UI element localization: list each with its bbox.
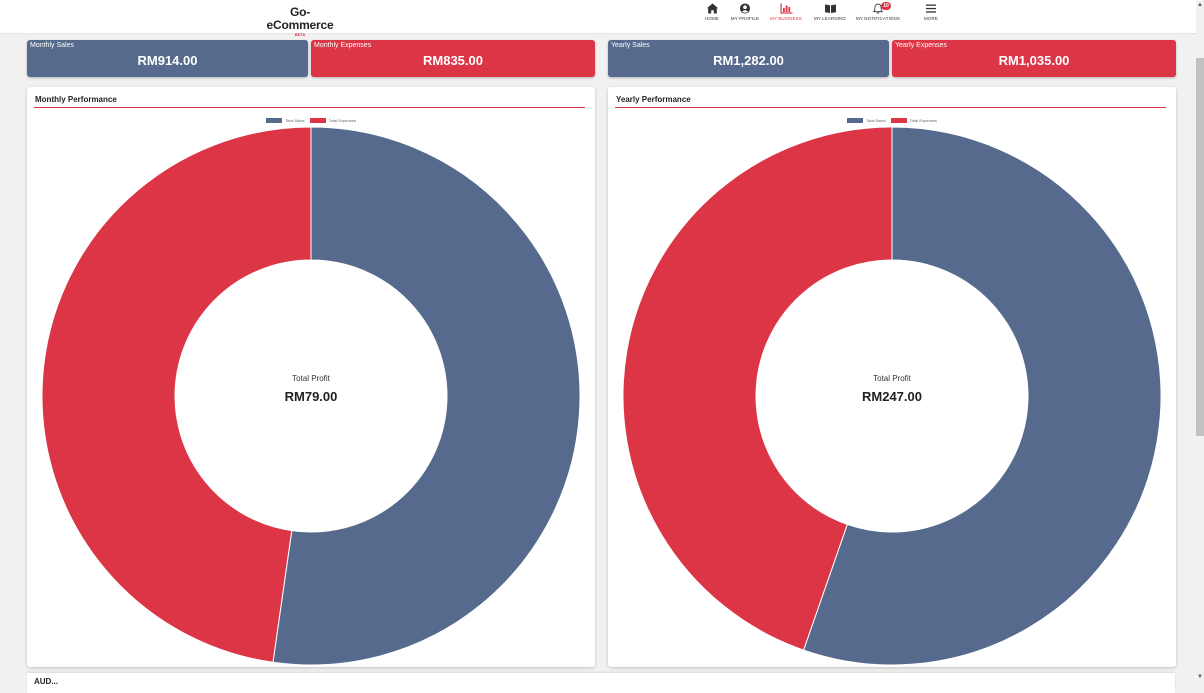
monthly-sales-label: Monthly Sales bbox=[30, 42, 74, 49]
brand-name: Go-eCommerce bbox=[266, 5, 334, 32]
scrollbar-thumb[interactable] bbox=[1196, 58, 1204, 436]
user-circle-icon bbox=[739, 3, 751, 14]
scroll-up-arrow-icon[interactable]: ▲ bbox=[1197, 2, 1203, 8]
nav-label-learning: MY LEARNING bbox=[813, 16, 847, 21]
nav-item-notifications[interactable]: 10 MY NOTIFICATIONS bbox=[853, 2, 903, 21]
book-icon bbox=[824, 4, 836, 13]
monthly-expenses-value: RM835.00 bbox=[423, 53, 483, 68]
notification-badge: 10 bbox=[881, 2, 891, 10]
yearly-donut-chart: Total Profit RM247.00 bbox=[622, 126, 1162, 666]
monthly-donut-chart: Total Profit RM79.00 bbox=[41, 126, 581, 666]
monthly-expenses-card: Monthly Expenses RM835.00 bbox=[311, 40, 595, 77]
yearly-expenses-card: Yearly Expenses RM1,035.00 bbox=[892, 40, 1176, 77]
brand-logo[interactable]: Go-eCommerce BETA bbox=[258, 5, 342, 38]
nav-label-notifications: MY NOTIFICATIONS bbox=[856, 16, 900, 21]
monthly-expenses-label: Monthly Expenses bbox=[314, 42, 372, 49]
yearly-sales-label: Yearly Sales bbox=[611, 42, 650, 49]
next-section-card: AUD... bbox=[27, 673, 1175, 693]
yearly-sales-value: RM1,282.00 bbox=[713, 53, 784, 68]
brand-tag: BETA bbox=[294, 32, 306, 37]
nav-item-business[interactable]: MY BUSINESS bbox=[761, 3, 811, 21]
monthly-performance-panel: Monthly Performance Total Sales Total Ex… bbox=[27, 87, 595, 667]
top-navbar: Go-eCommerce BETA HOME MY PROFILE MY BUS… bbox=[0, 0, 1196, 38]
yearly-performance-panel: Yearly Performance Total Sales Total Exp… bbox=[608, 87, 1176, 667]
monthly-sales-value: RM914.00 bbox=[137, 53, 198, 68]
nav-label-business: MY BUSINESS bbox=[770, 16, 802, 21]
nav-item-more[interactable]: MORE bbox=[906, 3, 956, 21]
scroll-down-arrow-icon[interactable]: ▼ bbox=[1197, 674, 1203, 680]
nav-item-learning[interactable]: MY LEARNING bbox=[805, 3, 855, 21]
donut-center-value: RM79.00 bbox=[285, 389, 338, 404]
donut-center-value: RM247.00 bbox=[862, 389, 922, 404]
home-icon bbox=[706, 3, 718, 14]
yearly-expenses-value: RM1,035.00 bbox=[998, 53, 1070, 68]
menu-icon bbox=[926, 4, 936, 13]
page-scrollbar[interactable]: ▲ ▼ bbox=[1196, 0, 1204, 682]
bar-chart-icon bbox=[780, 3, 792, 14]
donut-center-label: Total Profit bbox=[292, 374, 331, 383]
yearly-expenses-label: Yearly Expenses bbox=[895, 42, 947, 49]
donut-slice-expenses[interactable] bbox=[41, 126, 312, 663]
monthly-sales-card: Monthly Sales RM914.00 bbox=[27, 40, 308, 77]
nav-label-more: MORE bbox=[924, 16, 938, 21]
yearly-sales-card: Yearly Sales RM1,282.00 bbox=[608, 40, 889, 77]
donut-center-label: Total Profit bbox=[873, 374, 912, 383]
